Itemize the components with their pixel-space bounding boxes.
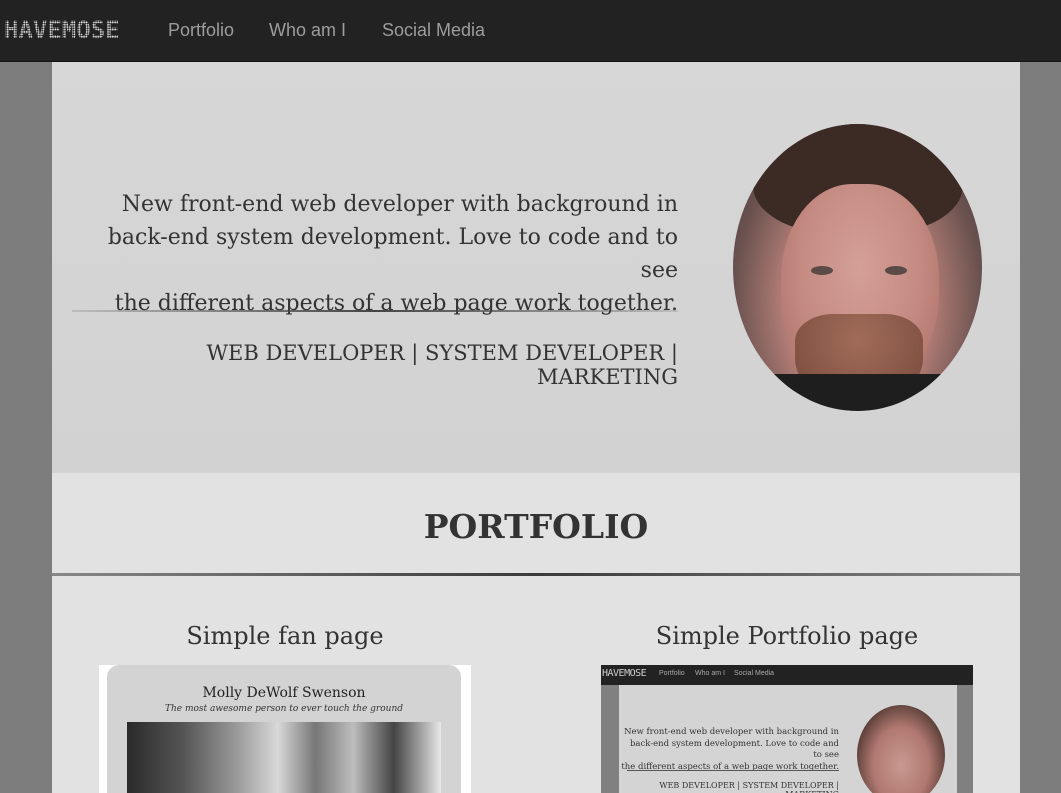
portfolio-preview-intro: New front-end web developer with backgro… [619, 727, 839, 773]
portfolio-preview-line-1: New front-end web developer with backgro… [624, 727, 839, 737]
profile-photo [733, 124, 982, 411]
hero-intro: New front-end web developer with backgro… [70, 188, 678, 320]
portfolio-divider [52, 573, 1020, 576]
project-title-portfolio-page: Simple Portfolio page [655, 622, 919, 650]
fan-page-preview-title: Molly DeWolf Swenson [202, 685, 366, 701]
portfolio-preview-navbar: HAVEMOSE Portfolio Who am I Social Media [601, 665, 973, 685]
portfolio-heading: PORTFOLIO [423, 507, 649, 546]
fan-page-preview-photo [127, 722, 441, 793]
main-content: New front-end web developer with backgro… [52, 62, 1020, 793]
project-thumbnail-portfolio-page[interactable]: HAVEMOSE Portfolio Who am I Social Media… [601, 665, 973, 793]
portfolio-preview-logo: HAVEMOSE [602, 668, 647, 679]
project-title-fan-page: Simple fan page [186, 622, 384, 650]
fan-page-preview-subtitle: The most awesome person to ever touch th… [164, 704, 404, 714]
portfolio-preview-hero: New front-end web developer with backgro… [619, 685, 957, 793]
navbar: HAVEMOSE Portfolio Who am I Social Media [0, 0, 1061, 62]
hero-intro-line-1: New front-end web developer with backgro… [121, 192, 678, 217]
portfolio-preview-photo [857, 705, 945, 793]
profile-photo-eye-left [811, 266, 833, 275]
profile-photo-shirt [763, 374, 963, 411]
nav-link-who-am-i[interactable]: Who am I [269, 18, 346, 42]
project-thumbnail-fan-page[interactable]: Molly DeWolf Swenson The most awesome pe… [99, 665, 471, 793]
portfolio-preview-link-portfolio: Portfolio [659, 670, 685, 677]
hero-divider [72, 310, 678, 312]
portfolio-preview-skills: WEB DEVELOPER | SYSTEM DEVELOPER | MARKE… [659, 781, 839, 793]
hero-intro-line-2: back-end system development. Love to cod… [107, 225, 678, 283]
fan-page-preview: Molly DeWolf Swenson The most awesome pe… [107, 665, 461, 793]
hero-section: New front-end web developer with backgro… [52, 62, 1020, 473]
nav-link-social-media[interactable]: Social Media [382, 18, 485, 42]
portfolio-preview-link-social-media: Social Media [734, 670, 775, 677]
portfolio-preview-divider [627, 770, 839, 771]
portfolio-preview-link-who-am-i: Who am I [695, 670, 725, 677]
hero-intro-line-3: the different aspects of a web page work… [114, 291, 678, 316]
portfolio-preview-line-2: back-end system development. Love to cod… [629, 738, 839, 761]
site-logo[interactable]: HAVEMOSE [4, 14, 120, 46]
hero-skills: WEB DEVELOPER | SYSTEM DEVELOPER | MARKE… [206, 341, 678, 389]
nav-link-portfolio[interactable]: Portfolio [168, 18, 234, 42]
profile-photo-eye-right [885, 266, 907, 275]
